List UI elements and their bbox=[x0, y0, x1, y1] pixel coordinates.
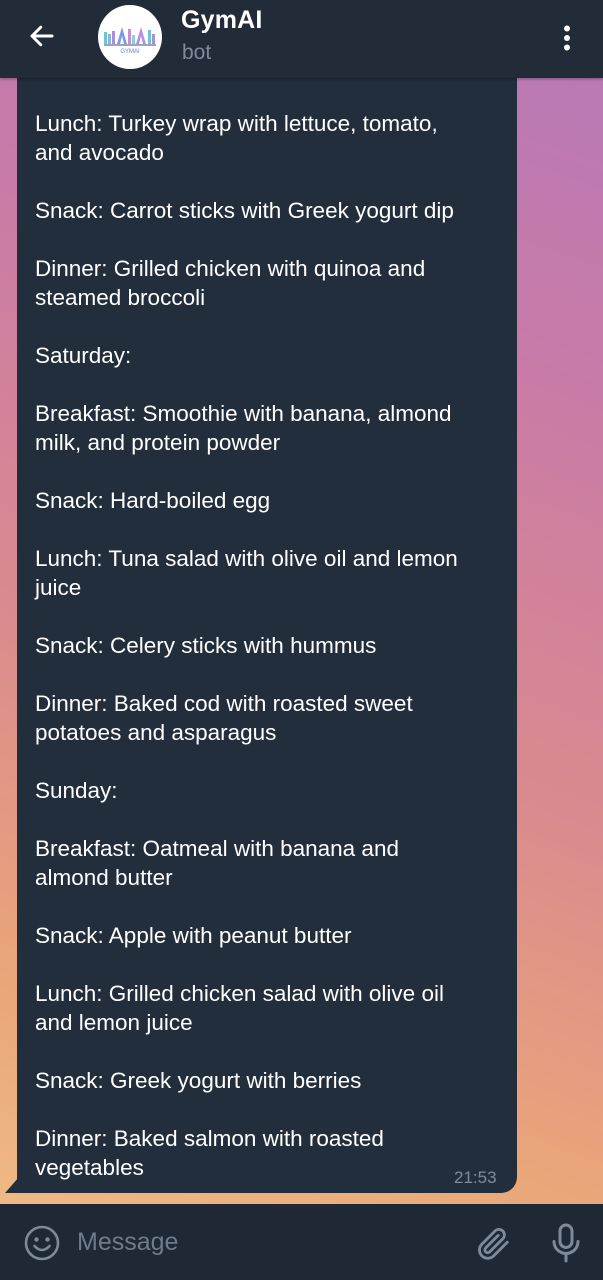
message-input-bar bbox=[0, 1204, 603, 1280]
message-line: and lemon juice bbox=[35, 1010, 193, 1035]
message-line: Lunch: Tuna salad with olive oil and lem… bbox=[35, 546, 458, 571]
message-line: Saturday: bbox=[35, 343, 132, 368]
message-line: Sunday: bbox=[35, 778, 118, 803]
more-vertical-icon bbox=[564, 25, 570, 51]
chat-subtitle: bot bbox=[182, 41, 212, 64]
emoji-button[interactable] bbox=[23, 1224, 61, 1262]
message-line: almond butter bbox=[35, 865, 173, 890]
message-line: juice bbox=[35, 575, 82, 600]
message-line: Lunch: Turkey wrap with lettuce, tomato, bbox=[35, 111, 438, 136]
message-line: Breakfast: Oatmeal with banana and bbox=[35, 836, 399, 861]
paperclip-icon bbox=[478, 1227, 509, 1260]
svg-text:GYMAI: GYMAI bbox=[120, 49, 140, 55]
microphone-icon bbox=[552, 1223, 580, 1263]
chat-header: GYMAI GymAI bot bbox=[0, 0, 603, 78]
message-bubble-tail bbox=[5, 1177, 19, 1193]
more-options-button[interactable] bbox=[551, 18, 583, 58]
message-input[interactable] bbox=[77, 1224, 457, 1260]
attach-button[interactable] bbox=[474, 1224, 512, 1262]
message-line: Snack: Hard-boiled egg bbox=[35, 488, 271, 513]
back-button[interactable] bbox=[18, 14, 66, 58]
arrow-left-icon bbox=[30, 25, 54, 47]
message-line: milk, and protein powder bbox=[35, 430, 281, 455]
message-line: Dinner: Baked salmon with roasted bbox=[35, 1126, 384, 1151]
smiley-icon bbox=[24, 1225, 60, 1261]
message-line: and avocado bbox=[35, 140, 164, 165]
message-line: Lunch: Grilled chicken salad with olive … bbox=[35, 981, 444, 1006]
chat-screen: Lunch: Turkey wrap with lettuce, tomato,… bbox=[0, 0, 603, 1280]
message-line: Snack: Apple with peanut butter bbox=[35, 923, 352, 948]
message-line: Breakfast: Smoothie with banana, almond bbox=[35, 401, 452, 426]
message-line: Dinner: Baked cod with roasted sweet bbox=[35, 691, 413, 716]
message-line: Snack: Celery sticks with hummus bbox=[35, 633, 377, 658]
message-line: Dinner: Grilled chicken with quinoa and bbox=[35, 256, 426, 281]
chat-title: GymAI bbox=[181, 6, 263, 34]
gymai-logo-icon: GYMAI bbox=[104, 27, 156, 55]
bot-avatar[interactable]: GYMAI bbox=[98, 5, 162, 69]
message-line: Snack: Carrot sticks with Greek yogurt d… bbox=[35, 198, 454, 223]
voice-message-button[interactable] bbox=[548, 1222, 584, 1264]
message-line: Snack: Greek yogurt with berries bbox=[35, 1068, 362, 1093]
message-line: potatoes and asparagus bbox=[35, 720, 277, 745]
message-timestamp: 21:53 bbox=[454, 1168, 497, 1187]
message-line: steamed broccoli bbox=[35, 285, 206, 310]
message-line: vegetables bbox=[35, 1155, 144, 1180]
